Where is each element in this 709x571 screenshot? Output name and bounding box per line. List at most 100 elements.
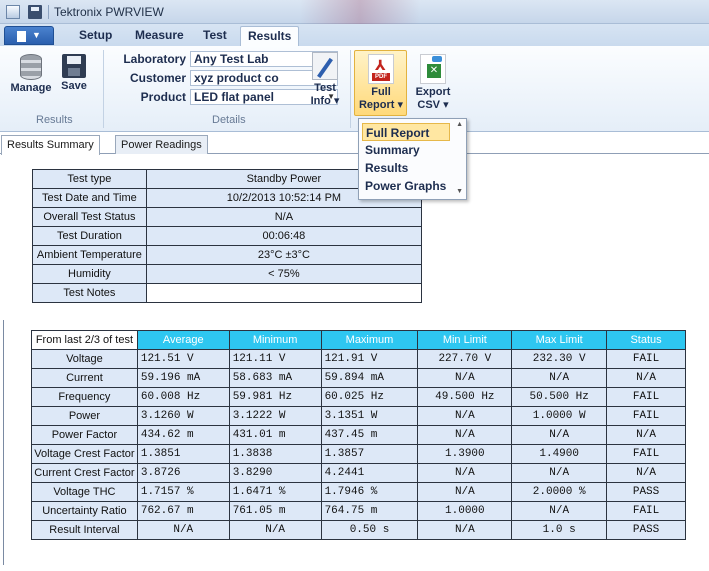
tab-power-readings[interactable]: Power Readings xyxy=(115,135,208,154)
results-table: From last 2/3 of test Average Minimum Ma… xyxy=(31,330,686,540)
test-info-button[interactable]: Test Info ▾ xyxy=(305,52,345,107)
results-header-row: From last 2/3 of test Average Minimum Ma… xyxy=(31,330,686,350)
min-limit-cell: N/A xyxy=(417,368,513,388)
file-menu-button[interactable]: ▼ xyxy=(4,26,54,45)
test-info-value: N/A xyxy=(145,207,423,227)
column-header: Maximum xyxy=(320,330,419,350)
test-info-row: Ambient Temperature 23°C ±3°C xyxy=(32,245,423,265)
status-cell: PASS xyxy=(606,482,686,502)
minimum-cell: 761.05 m xyxy=(228,501,322,521)
column-header: Average xyxy=(136,330,230,350)
maximum-cell: 437.45 m xyxy=(320,425,419,445)
save-button[interactable]: Save xyxy=(56,54,92,92)
content-tab-strip: Results Summary Power Readings xyxy=(0,134,709,155)
row-label: Frequency xyxy=(31,387,138,407)
tab-results-summary[interactable]: Results Summary xyxy=(1,135,100,155)
laboratory-value: Any Test Lab xyxy=(194,52,269,66)
floppy-disk-icon xyxy=(62,54,86,78)
status-cell: PASS xyxy=(606,520,686,540)
test-info-row: Overall Test Status N/A xyxy=(32,207,423,227)
test-info-key: Overall Test Status xyxy=(32,207,147,227)
test-info-key: Ambient Temperature xyxy=(32,245,147,265)
title-bar: Tektronix PWRVIEW xyxy=(0,0,709,24)
min-limit-cell: N/A xyxy=(417,482,513,502)
test-info-label-line1: Test xyxy=(314,82,336,94)
manage-button[interactable]: Manage xyxy=(10,54,52,94)
menu-item-full-report[interactable]: Full Report xyxy=(362,123,450,141)
average-cell: 762.67 m xyxy=(136,501,230,521)
full-report-button[interactable]: ⅄ PDF Full Report ▾ xyxy=(356,54,406,111)
average-cell: 3.8726 xyxy=(136,463,230,483)
notepad-pen-icon xyxy=(312,52,338,80)
average-cell: 1.3851 xyxy=(136,444,230,464)
row-label: Uncertainty Ratio xyxy=(31,501,138,521)
max-limit-cell: 1.0000 W xyxy=(511,406,608,426)
test-info-key: Test Date and Time xyxy=(32,188,147,208)
test-info-row: Test Duration 00:06:48 xyxy=(32,226,423,246)
test-info-key: Humidity xyxy=(32,264,147,284)
tab-setup[interactable]: Setup xyxy=(79,28,112,42)
max-limit-cell: N/A xyxy=(511,463,608,483)
scroll-down-icon[interactable]: ▼ xyxy=(456,188,463,195)
results-row: Current 59.196 mA 58.683 mA 59.894 mA N/A N/A… xyxy=(31,368,686,388)
maximum-cell: 4.2441 xyxy=(320,463,419,483)
minimum-cell: 431.01 m xyxy=(228,425,322,445)
minimum-cell: 3.8290 xyxy=(228,463,322,483)
results-group-label: Results xyxy=(36,114,73,126)
test-info-value: 23°C ±3°C xyxy=(145,245,423,265)
laboratory-label: Laboratory xyxy=(123,52,186,66)
results-row: Voltage THC 1.7157 % 1.6471 % 1.7946 % N/A 2.… xyxy=(31,482,686,502)
left-border-line xyxy=(3,320,4,565)
menu-item-summary[interactable]: Summary xyxy=(362,141,450,159)
quick-save-icon[interactable] xyxy=(28,5,42,19)
max-limit-cell: N/A xyxy=(511,368,608,388)
column-header: Status xyxy=(606,330,686,350)
test-info-key: Test type xyxy=(32,169,147,189)
menu-item-power-graphs[interactable]: Power Graphs xyxy=(362,177,450,195)
menu-item-results[interactable]: Results xyxy=(362,159,450,177)
minimum-cell: N/A xyxy=(228,520,322,540)
app-icon[interactable] xyxy=(6,5,20,19)
full-report-menu: ▲ Full Report Summary Results Power Grap… xyxy=(358,118,467,200)
export-csv-button[interactable]: ✕ Export CSV ▾ xyxy=(411,54,455,111)
column-header: From last 2/3 of test xyxy=(31,330,138,350)
ribbon-tab-row: ▼ Setup Measure Test Results xyxy=(0,24,709,46)
average-cell: N/A xyxy=(136,520,230,540)
title-separator xyxy=(48,5,49,19)
full-report-label-line1: Full xyxy=(371,86,391,98)
group-separator xyxy=(103,50,104,128)
customer-value: xyz product co xyxy=(194,71,279,85)
maximum-cell: 1.7946 % xyxy=(320,482,419,502)
maximum-cell: 3.1351 W xyxy=(320,406,419,426)
minimum-cell: 121.11 V xyxy=(228,349,322,369)
export-csv-label-line2: CSV ▾ xyxy=(417,99,449,111)
save-button-label: Save xyxy=(61,80,87,92)
min-limit-cell: 1.3900 xyxy=(417,444,513,464)
product-value: LED flat panel xyxy=(194,90,275,104)
status-cell: N/A xyxy=(606,463,686,483)
tab-measure[interactable]: Measure xyxy=(135,28,184,42)
row-label: Voltage xyxy=(31,349,138,369)
test-info-label-line2: Info ▾ xyxy=(310,95,340,107)
average-cell: 59.196 mA xyxy=(136,368,230,388)
min-limit-cell: N/A xyxy=(417,406,513,426)
test-info-value: 00:06:48 xyxy=(145,226,423,246)
tab-test[interactable]: Test xyxy=(203,28,227,42)
document-icon xyxy=(17,31,26,42)
minimum-cell: 3.1222 W xyxy=(228,406,322,426)
status-cell: FAIL xyxy=(606,444,686,464)
test-info-key: Test Notes xyxy=(32,283,147,303)
maximum-cell: 121.91 V xyxy=(320,349,419,369)
scroll-up-icon[interactable]: ▲ xyxy=(456,121,463,128)
minimum-cell: 59.981 Hz xyxy=(228,387,322,407)
average-cell: 1.7157 % xyxy=(136,482,230,502)
average-cell: 121.51 V xyxy=(136,349,230,369)
customer-label: Customer xyxy=(129,71,186,85)
product-label: Product xyxy=(140,90,186,104)
min-limit-cell: 49.500 Hz xyxy=(417,387,513,407)
tab-results[interactable]: Results xyxy=(240,26,300,46)
pdf-icon: ⅄ PDF xyxy=(368,54,394,84)
excel-export-icon: ✕ xyxy=(420,54,446,84)
max-limit-cell: N/A xyxy=(511,425,608,445)
row-label: Result Interval xyxy=(31,520,138,540)
